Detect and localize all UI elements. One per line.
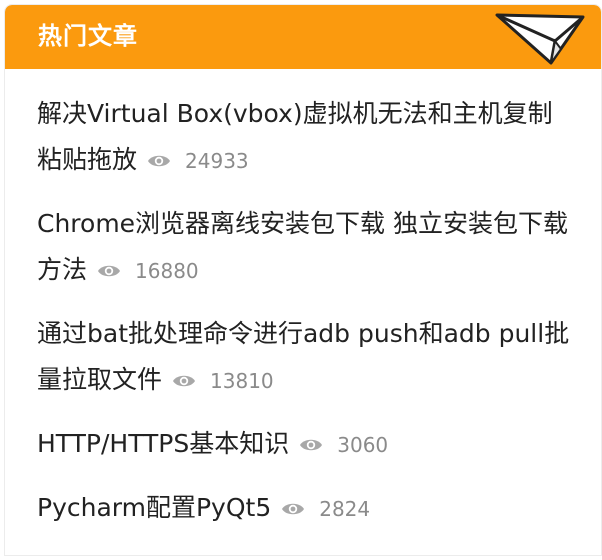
view-count: 2824 — [281, 486, 370, 532]
eye-icon — [282, 503, 305, 515]
article-title-link[interactable]: 解决Virtual Box(vbox)虚拟机无法和主机复制粘贴拖放 — [37, 99, 553, 174]
eye-icon — [148, 155, 171, 167]
widget-header: 热门文章 — [5, 5, 601, 69]
view-count: 24933 — [147, 138, 249, 184]
hot-articles-widget: 热门文章 解决Virtual Box(vbox)虚拟机无法和主机复制粘贴拖放 24… — [4, 4, 602, 556]
article-title-link[interactable]: 通过bat批处理命令进行adb push和adb pull批量拉取文件 — [37, 319, 569, 394]
view-count-value: 24933 — [185, 149, 249, 173]
view-count: 13810 — [172, 358, 274, 404]
article-title-link[interactable]: Pycharm配置PyQt5 — [37, 493, 271, 522]
article-item[interactable]: Chrome浏览器离线安装包下载 独立安装包下载 方法 16880 — [37, 201, 577, 294]
view-count-value: 2824 — [319, 497, 371, 521]
article-item[interactable]: 通过bat批处理命令进行adb push和adb pull批量拉取文件 13810 — [37, 311, 577, 404]
article-item[interactable]: Pycharm配置PyQt5 2824 — [37, 485, 577, 532]
article-item[interactable]: 解决Virtual Box(vbox)虚拟机无法和主机复制粘贴拖放 24933 — [37, 91, 577, 184]
paper-plane-icon — [495, 13, 585, 65]
eye-icon — [300, 439, 323, 451]
view-count-value: 16880 — [135, 259, 199, 283]
article-item[interactable]: HTTP/HTTPS基本知识 3060 — [37, 421, 577, 468]
widget-title: 热门文章 — [38, 22, 138, 50]
view-count: 16880 — [97, 248, 199, 294]
view-count-value: 13810 — [210, 369, 274, 393]
article-title-link[interactable]: HTTP/HTTPS基本知识 — [37, 429, 289, 458]
view-count: 3060 — [299, 422, 388, 468]
eye-icon — [173, 375, 196, 387]
eye-icon — [98, 265, 121, 277]
view-count-value: 3060 — [337, 433, 389, 457]
